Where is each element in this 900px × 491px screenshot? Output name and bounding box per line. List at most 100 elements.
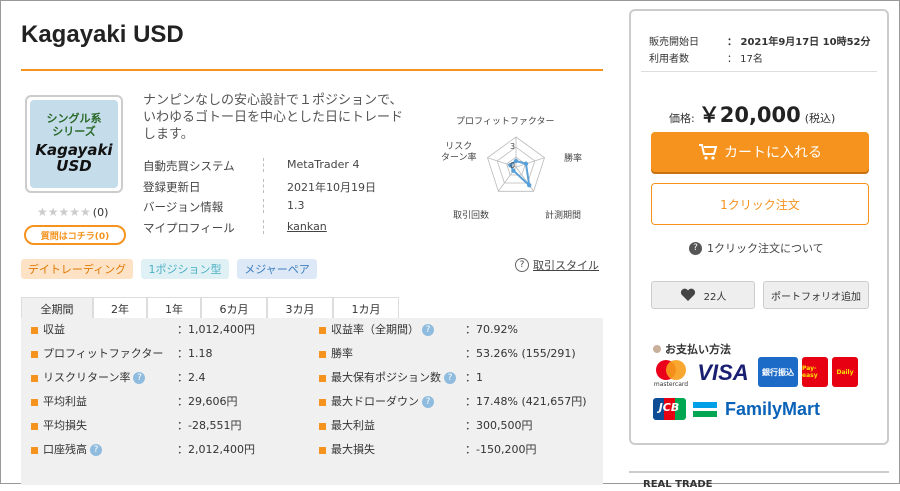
logo-text-line1: シングル系 [46, 112, 102, 126]
help-icon[interactable]: ? [422, 324, 434, 336]
stat-value: ：53.26% (155/291) [465, 347, 576, 360]
help-icon[interactable]: ? [422, 396, 434, 408]
tag-1position[interactable]: 1ポジション型 [141, 259, 229, 279]
info-divider [263, 158, 264, 172]
tab-2y[interactable]: 2年 [93, 297, 147, 319]
price-value: ￥20,000 [698, 103, 801, 127]
familymart-logo: FamilyMart [725, 398, 821, 419]
radar-label-risk-line2: ターン率 [441, 153, 477, 164]
info-value-version: 1.3 [287, 199, 305, 212]
info-value-updated: 2021年10月19日 [287, 181, 376, 194]
info-divider [263, 179, 264, 193]
jcb-logo: JCB [651, 397, 687, 421]
bullet-icon [319, 375, 326, 382]
stat-value: ：2,012,400円 [177, 443, 255, 456]
add-portfolio-button[interactable]: ポートフォリオ追加 [763, 281, 869, 309]
bullet-icon [319, 447, 326, 454]
stat-value: ：-150,200円 [465, 443, 537, 456]
tab-3m[interactable]: 3カ月 [267, 297, 333, 319]
sale-start-value: ： 2021年9月17日 10時52分 [727, 37, 871, 48]
tab-1m[interactable]: 1カ月 [333, 297, 399, 319]
stat-label: 口座残高? [43, 441, 102, 457]
radar-label-winrate: 勝率 [564, 154, 583, 164]
rating-count: (0) [92, 206, 109, 219]
real-trade-section: REAL TRADE [629, 471, 889, 491]
help-icon[interactable]: ? [133, 372, 146, 384]
tab-6m[interactable]: 6カ月 [201, 297, 267, 319]
rating: ★★★★★ (0) [37, 205, 108, 219]
stat-label: 勝率 [331, 347, 353, 360]
payment-methods-label: お支払い方法 [665, 343, 731, 356]
stat-value: ：1,012,400円 [177, 323, 255, 336]
stat-label: 最大損失 [331, 443, 375, 456]
bullet-icon [31, 423, 38, 430]
help-icon: ? [689, 241, 702, 255]
stat-label: プロフィットファクター [43, 347, 164, 360]
familymart-icon [692, 399, 718, 419]
favorite-button[interactable]: 22人 [651, 281, 755, 309]
logo-text-line3: Kagayaki [35, 140, 113, 159]
jcb-text: JCB [658, 401, 680, 414]
bullet-icon [653, 345, 661, 353]
help-icon: ? [515, 258, 529, 272]
stat-label: 平均利益 [43, 395, 87, 408]
payeasy-logo: Pay-easy [802, 357, 828, 387]
product-logo[interactable]: シングル系 シリーズ Kagayaki USD [25, 95, 123, 193]
trade-style-link[interactable]: ? 取引スタイル [515, 257, 599, 273]
add-to-cart-button[interactable]: カートに入れる [651, 132, 869, 172]
users-label: 利用者数 [649, 54, 689, 65]
stat-label: 収益率（全期間）? [331, 321, 434, 337]
stat-label: 平均損失 [43, 419, 87, 432]
price-label: 価格: [669, 112, 695, 125]
logo-text-line2: シリーズ [52, 124, 96, 138]
cart-icon [699, 144, 718, 160]
profile-link[interactable]: kankan [287, 220, 327, 233]
heart-icon [680, 288, 695, 301]
question-button-label: 質問はコチラ(0) [40, 231, 110, 242]
bullet-icon [319, 399, 326, 406]
info-label-profile: マイプロフィール [143, 221, 235, 235]
stat-value: ：17.48% (421,657円) [465, 395, 587, 408]
info-divider [263, 199, 264, 213]
bullet-icon [31, 447, 38, 454]
stat-value: ：1.18 [177, 347, 213, 360]
radar-label-period: 計測期間 [545, 211, 582, 221]
help-icon[interactable]: ? [90, 444, 102, 456]
bank-transfer-logo: 銀行振込 [758, 357, 798, 387]
one-click-order-button[interactable]: 1クリック注文 [651, 183, 869, 225]
radar-scale-max: 3 [510, 142, 516, 151]
help-icon[interactable]: ? [444, 372, 456, 384]
stat-label: 最大ドローダウン? [331, 393, 434, 409]
price-tax-note: (税込) [804, 112, 836, 125]
daily-logo: Daily [832, 357, 858, 387]
info-label-system: 自動売買システム [143, 159, 235, 173]
stat-value: ：70.92% [465, 323, 518, 336]
panel-divider [641, 71, 877, 72]
stat-value: ：29,606円 [177, 395, 238, 408]
radar-point [527, 183, 532, 188]
question-button[interactable]: 質問はコチラ(0) [24, 225, 126, 245]
radar-label-pf: プロフィットファクター [456, 117, 555, 127]
info-value-system: MetaTrader 4 [287, 158, 360, 171]
page-title: Kagayaki USD [21, 21, 184, 48]
stat-label: 最大利益 [331, 419, 375, 432]
radar-label-trades: 取引回数 [453, 211, 490, 221]
price: 価格: ￥20,000 (税込) [669, 99, 835, 129]
rating-stars: ★★★★★ [37, 205, 91, 219]
radar-label-risk-line1: リスク [445, 142, 473, 152]
product-description: ナンピンなしの安心設計で１ポジションで、いわゆるゴトー日を中心とした日にトレード… [143, 93, 404, 142]
radar-axis [515, 166, 534, 192]
stat-label: リスクリターン率? [43, 369, 146, 385]
tag-major-pair[interactable]: メジャーペア [237, 259, 317, 279]
stat-label: 収益 [43, 323, 65, 336]
info-divider [263, 220, 264, 234]
bullet-icon [319, 327, 326, 334]
logo-text-line4: USD [56, 157, 92, 176]
radar-scale-min: 0 [510, 161, 516, 170]
one-click-about-link[interactable]: ? 1クリック注文について [689, 240, 824, 256]
title-divider [21, 69, 603, 71]
tab-1y[interactable]: 1年 [147, 297, 201, 319]
tag-daytrade[interactable]: デイトレーディング [21, 259, 133, 279]
tab-all[interactable]: 全期間 [21, 297, 93, 319]
info-label-updated: 登録更新日 [143, 180, 201, 194]
